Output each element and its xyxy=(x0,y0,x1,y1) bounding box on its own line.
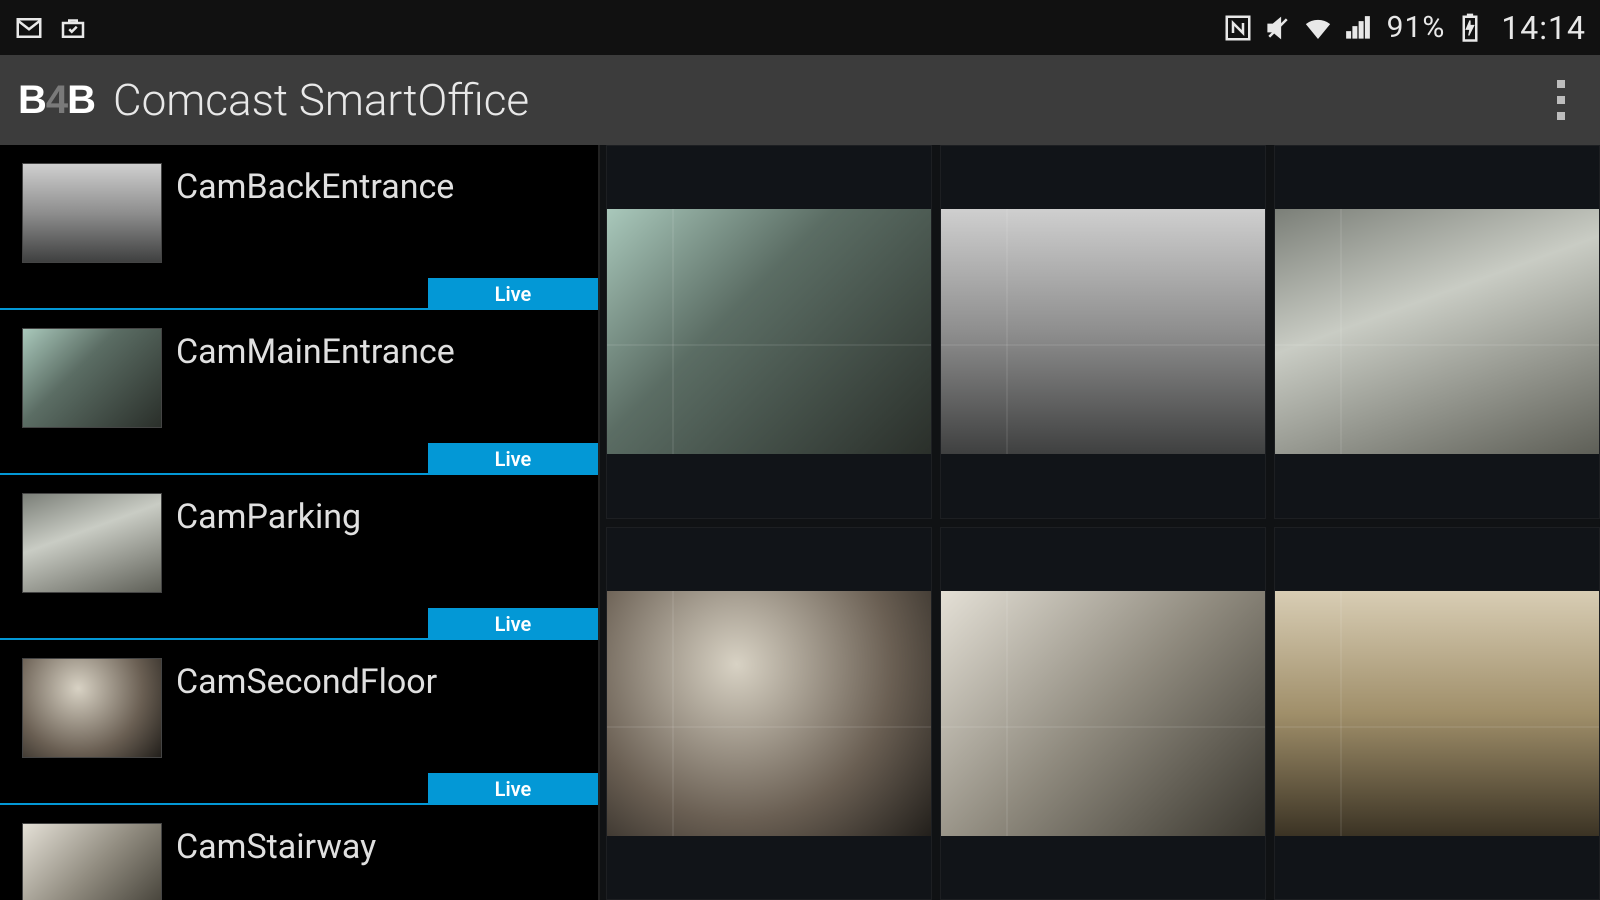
camera-thumbnail xyxy=(22,823,162,900)
status-bar: 91% 14:14 xyxy=(0,0,1600,55)
camera-list-item[interactable]: CamMainEntrance Live xyxy=(0,310,598,475)
battery-percent: 91% xyxy=(1387,10,1446,45)
status-left xyxy=(14,13,88,43)
camera-name: CamStairway xyxy=(176,827,376,867)
briefcase-check-icon xyxy=(58,13,88,43)
content: CamBackEntranceLiveCamMainEntranceLiveCa… xyxy=(0,145,1600,900)
camera-list-item[interactable]: CamStairway xyxy=(0,805,598,900)
camera-name: CamMainEntrance xyxy=(176,332,455,372)
logo-part-4: 4 xyxy=(46,78,67,122)
camera-tile[interactable] xyxy=(606,145,932,519)
battery-charging-icon xyxy=(1455,13,1485,43)
camera-tile[interactable] xyxy=(1274,145,1600,519)
app-bar: B4B Comcast SmartOffice xyxy=(0,55,1600,145)
app-logo: B4B xyxy=(18,78,95,123)
camera-list-item[interactable]: CamSecondFloor Live xyxy=(0,640,598,805)
screen: 91% 14:14 B4B Comcast SmartOffice CamBac… xyxy=(0,0,1600,900)
camera-tile[interactable] xyxy=(940,145,1266,519)
camera-feed xyxy=(941,591,1265,836)
status-right: 91% 14:14 xyxy=(1223,9,1586,47)
camera-list-item[interactable]: CamParking Live xyxy=(0,475,598,640)
camera-feed xyxy=(607,209,931,454)
overflow-dot-icon xyxy=(1557,80,1565,88)
nfc-icon xyxy=(1223,13,1253,43)
camera-thumbnail xyxy=(22,658,162,758)
live-badge[interactable]: Live xyxy=(428,278,598,310)
mute-icon xyxy=(1263,13,1293,43)
camera-name: CamParking xyxy=(176,497,361,537)
camera-tile[interactable] xyxy=(1274,527,1600,900)
mail-icon xyxy=(14,13,44,43)
clock: 14:14 xyxy=(1501,9,1586,47)
logo-part-b2: B xyxy=(67,78,95,122)
signal-icon xyxy=(1343,13,1373,43)
camera-feed xyxy=(1275,209,1599,454)
camera-thumbnail xyxy=(22,493,162,593)
overflow-dot-icon xyxy=(1557,112,1565,120)
overflow-menu-button[interactable] xyxy=(1536,55,1586,145)
logo-part-b1: B xyxy=(18,78,46,122)
live-badge[interactable]: Live xyxy=(428,443,598,475)
camera-thumbnail xyxy=(22,163,162,263)
camera-name: CamBackEntrance xyxy=(176,167,454,207)
camera-thumbnail xyxy=(22,328,162,428)
live-badge[interactable]: Live xyxy=(428,773,598,805)
camera-tile[interactable] xyxy=(940,527,1266,900)
camera-list-item[interactable]: CamBackEntrance Live xyxy=(0,145,598,310)
camera-name: CamSecondFloor xyxy=(176,662,437,702)
camera-grid xyxy=(600,145,1600,900)
live-badge[interactable]: Live xyxy=(428,608,598,640)
camera-list: CamBackEntranceLiveCamMainEntranceLiveCa… xyxy=(0,145,598,900)
app-title: Comcast SmartOffice xyxy=(113,74,529,126)
camera-feed xyxy=(1275,591,1599,836)
wifi-icon xyxy=(1303,13,1333,43)
camera-tile[interactable] xyxy=(606,527,932,900)
camera-feed xyxy=(941,209,1265,454)
camera-feed xyxy=(607,591,931,836)
overflow-dot-icon xyxy=(1557,96,1565,104)
camera-sidebar[interactable]: CamBackEntranceLiveCamMainEntranceLiveCa… xyxy=(0,145,600,900)
